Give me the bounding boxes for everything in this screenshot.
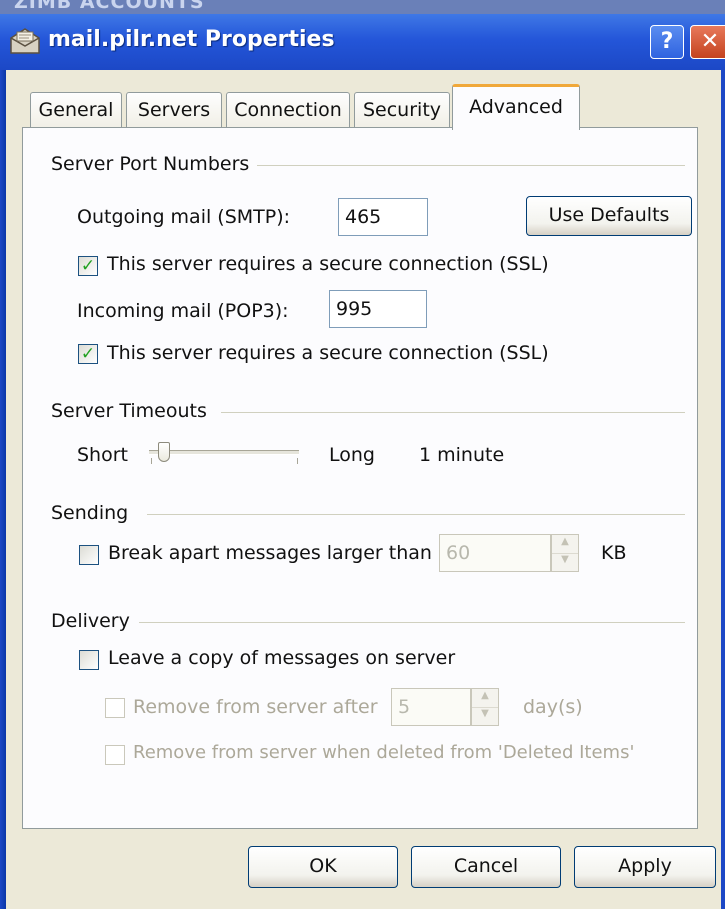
- remove-after-label: Remove from server after: [133, 696, 378, 718]
- title-bar[interactable]: mail.pilr.net Properties ? ✕: [0, 14, 725, 70]
- remove-deleted-label: Remove from server when deleted from 'De…: [133, 742, 635, 763]
- incoming-ssl-checkbox[interactable]: ✓: [78, 344, 98, 364]
- remove-after-days-input[interactable]: [391, 688, 471, 726]
- break-apart-label: Break apart messages larger than: [108, 542, 432, 564]
- short-label: Short: [77, 444, 128, 466]
- incoming-mail-label: Incoming mail (POP3):: [77, 300, 289, 322]
- timeout-slider[interactable]: [149, 450, 299, 455]
- sending-divider: [147, 514, 685, 515]
- break-apart-size-input[interactable]: [439, 534, 551, 572]
- tab-general[interactable]: General: [30, 92, 122, 128]
- chevron-up-icon: ▲: [472, 689, 498, 708]
- incoming-ssl-label: This server requires a secure connection…: [107, 342, 549, 364]
- break-apart-checkbox[interactable]: [79, 545, 99, 565]
- ok-button[interactable]: OK: [248, 846, 398, 888]
- tab-security[interactable]: Security: [354, 92, 450, 128]
- tab-advanced[interactable]: Advanced: [452, 84, 580, 130]
- apply-button[interactable]: Apply: [574, 846, 716, 888]
- slider-tick: [297, 458, 298, 464]
- remove-after-checkbox[interactable]: [105, 698, 125, 718]
- chevron-down-icon: ▼: [561, 554, 569, 565]
- chevron-down-icon: ▼: [481, 708, 489, 719]
- window-title: mail.pilr.net Properties: [48, 27, 335, 52]
- timeout-value: 1 minute: [419, 444, 505, 466]
- check-icon: ✓: [80, 256, 96, 276]
- port-numbers-divider: [257, 165, 685, 166]
- properties-window: ZIMB ACCOUNTS mail.pilr.net Properties ?…: [0, 0, 725, 909]
- leave-copy-checkbox[interactable]: [79, 650, 99, 670]
- check-icon: ✓: [80, 344, 96, 364]
- outgoing-port-input[interactable]: [338, 198, 428, 236]
- background-window-title: ZIMB ACCOUNTS: [14, 0, 205, 13]
- background-window-strip: ZIMB ACCOUNTS: [0, 0, 725, 14]
- outgoing-mail-label: Outgoing mail (SMTP):: [77, 206, 291, 228]
- close-icon[interactable]: ✕: [690, 25, 725, 59]
- tab-connection[interactable]: Connection: [226, 92, 350, 128]
- delivery-divider: [139, 622, 685, 623]
- days-label: day(s): [523, 696, 583, 718]
- cancel-button[interactable]: Cancel: [411, 846, 561, 888]
- delivery-heading: Delivery: [51, 610, 130, 632]
- outgoing-ssl-checkbox[interactable]: ✓: [78, 256, 98, 276]
- incoming-port-input[interactable]: [329, 290, 427, 328]
- long-label: Long: [329, 444, 375, 466]
- tab-servers[interactable]: Servers: [126, 92, 222, 128]
- break-apart-size-spinner[interactable]: ▲ ▼: [551, 534, 579, 572]
- slider-tick: [151, 458, 152, 464]
- outgoing-ssl-label: This server requires a secure connection…: [107, 253, 549, 275]
- kb-unit-label: KB: [601, 542, 627, 564]
- chevron-up-icon: ▲: [552, 535, 578, 554]
- use-defaults-button[interactable]: Use Defaults: [526, 196, 692, 236]
- help-icon[interactable]: ?: [650, 25, 684, 59]
- timeouts-divider: [221, 412, 685, 413]
- mail-account-icon: [10, 28, 40, 54]
- sending-heading: Sending: [51, 502, 129, 524]
- dialog-body: General Servers Connection Security Adva…: [0, 70, 725, 909]
- advanced-tab-panel: Server Port Numbers Outgoing mail (SMTP)…: [22, 127, 698, 829]
- port-numbers-heading: Server Port Numbers: [51, 153, 250, 175]
- remove-after-days-spinner[interactable]: ▲ ▼: [471, 688, 499, 726]
- timeouts-heading: Server Timeouts: [51, 400, 207, 422]
- remove-deleted-checkbox[interactable]: [105, 745, 125, 765]
- leave-copy-label: Leave a copy of messages on server: [108, 647, 456, 669]
- timeout-slider-thumb[interactable]: [158, 442, 170, 462]
